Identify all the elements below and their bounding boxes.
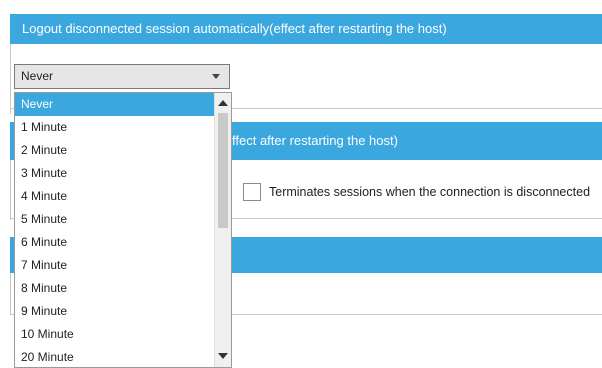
timeout-options-list: Never 1 Minute 2 Minute 3 Minute 4 Minute 5 M…	[14, 92, 232, 368]
scroll-down-icon[interactable]	[218, 353, 228, 359]
dropdown-option[interactable]: 9 Minute	[15, 300, 215, 323]
dropdown-option[interactable]: 10 Minute	[15, 323, 215, 346]
dropdown-option[interactable]: 7 Minute	[15, 254, 215, 277]
dropdown-option[interactable]: 5 Minute	[15, 208, 215, 231]
dropdown-option[interactable]: 8 Minute	[15, 277, 215, 300]
panel-border-left	[10, 44, 11, 114]
terminate-sessions-label: Terminates sessions when the connection …	[269, 185, 591, 199]
dropdown-option[interactable]: 1 Minute	[15, 116, 215, 139]
logout-section-header: Logout disconnected session automaticall…	[10, 14, 602, 44]
logout-timeout-select[interactable]: Never	[14, 64, 230, 89]
session-section-title: ffect after restarting the host)	[232, 133, 398, 148]
chevron-down-icon	[212, 74, 220, 79]
dropdown-option[interactable]: 3 Minute	[15, 162, 215, 185]
logout-section-title: Logout disconnected session automaticall…	[22, 21, 447, 36]
dropdown-option[interactable]: Never	[15, 93, 215, 116]
terminate-sessions-checkbox[interactable]	[243, 183, 261, 201]
scroll-up-icon[interactable]	[218, 100, 228, 106]
scroll-thumb[interactable]	[218, 113, 228, 228]
panel3-border-left	[10, 273, 11, 315]
dropdown-option[interactable]: 4 Minute	[15, 185, 215, 208]
panel2-border-left	[10, 160, 11, 220]
options-container: Never 1 Minute 2 Minute 3 Minute 4 Minute 5 M…	[15, 93, 231, 367]
dropdown-option[interactable]: 6 Minute	[15, 231, 215, 254]
select-value: Never	[21, 69, 54, 83]
dropdown-option[interactable]: 2 Minute	[15, 139, 215, 162]
dropdown-option[interactable]: 20 Minute	[15, 346, 215, 367]
dropdown-scrollbar[interactable]	[214, 93, 231, 367]
